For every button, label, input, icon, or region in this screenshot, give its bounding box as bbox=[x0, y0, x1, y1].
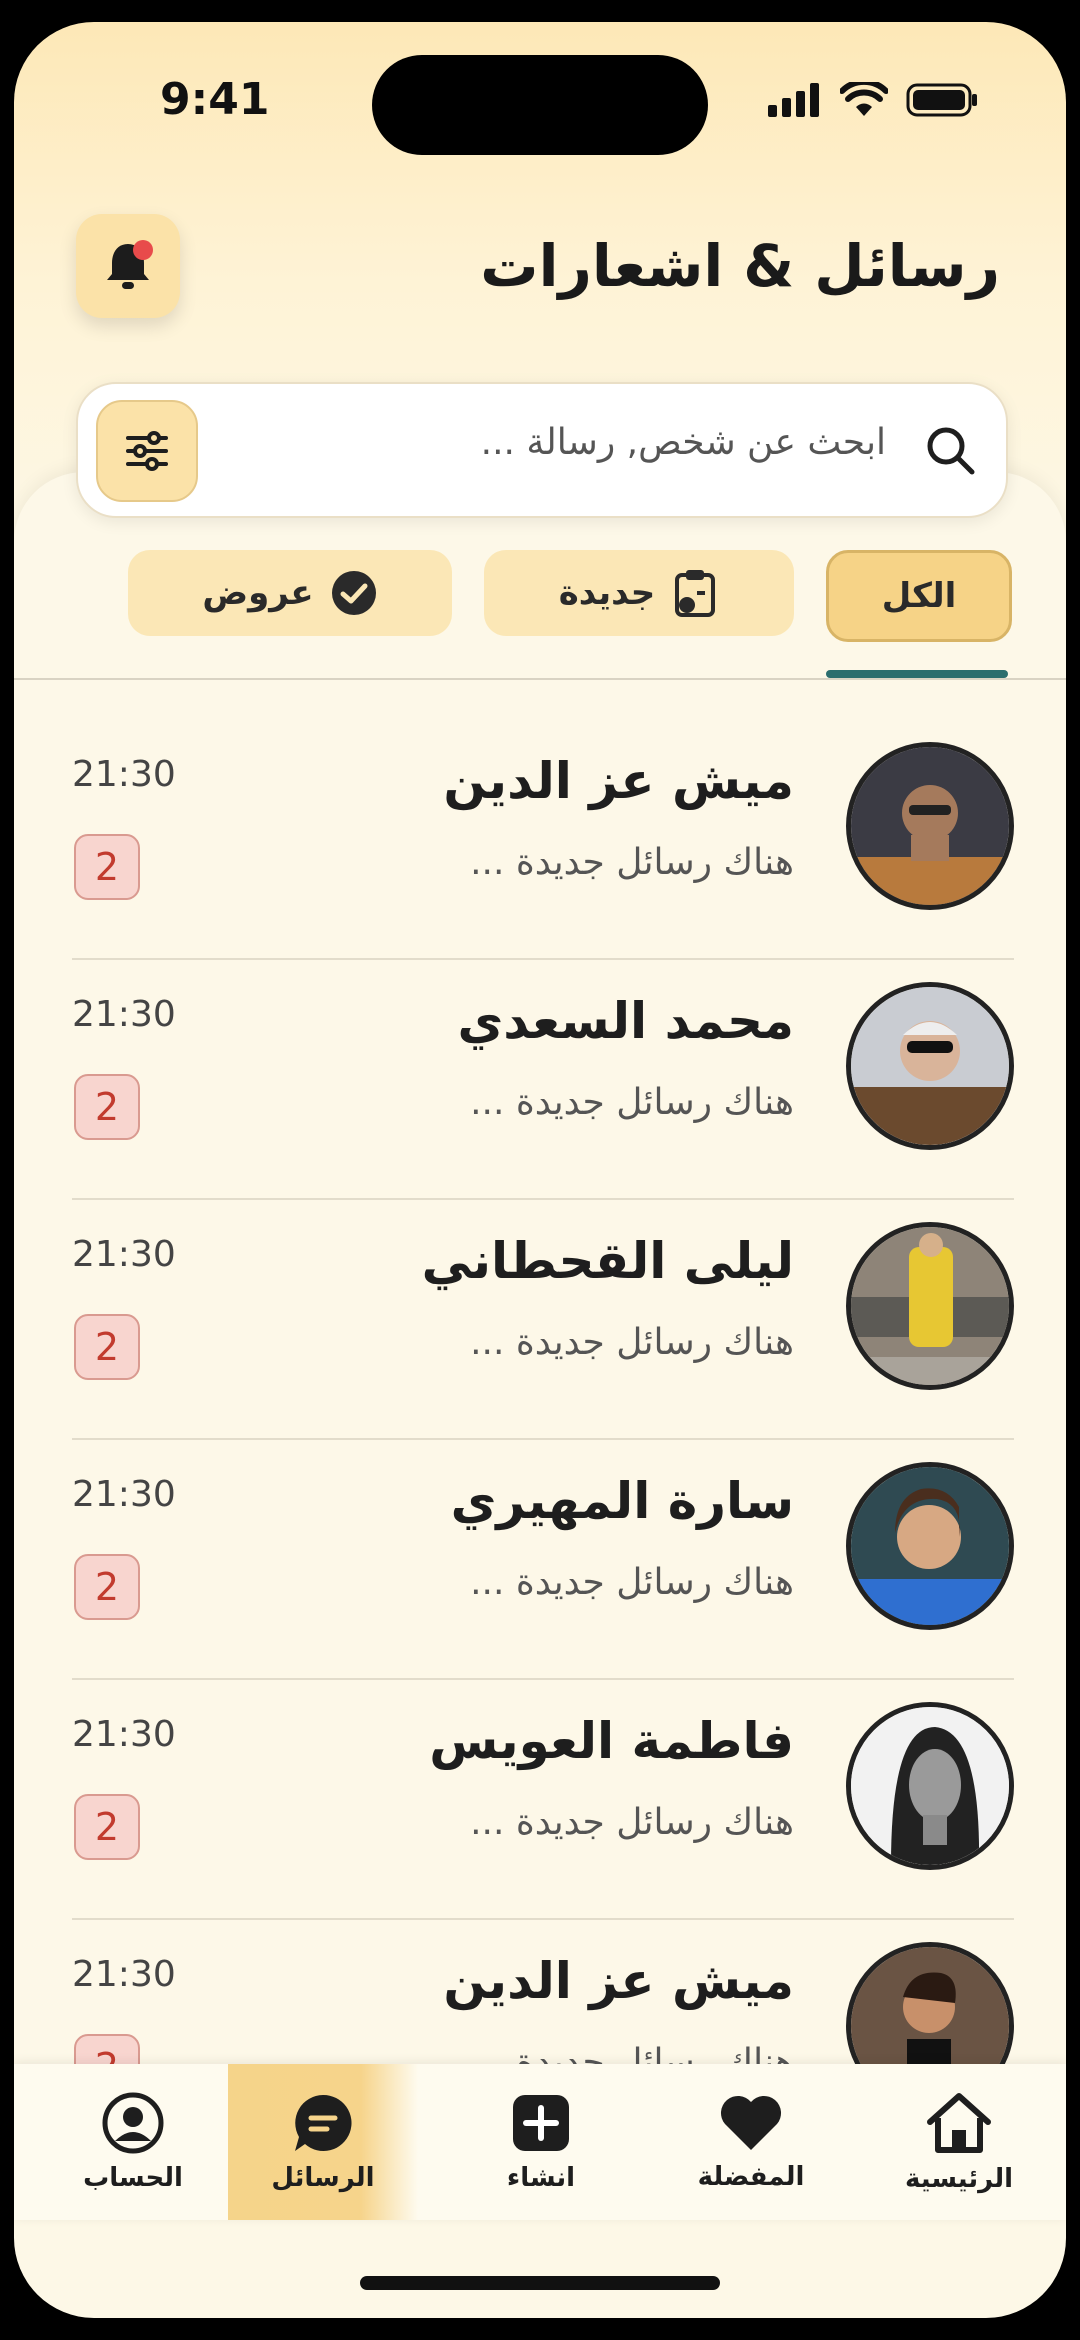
message-time: 21:30 bbox=[72, 1714, 176, 1755]
tab-offers-label: عروض bbox=[202, 573, 314, 613]
add-icon bbox=[513, 2095, 569, 2151]
message-preview: هناك رسائل جديدة ... bbox=[470, 1802, 794, 1843]
avatar bbox=[846, 1462, 1014, 1630]
tab-new-label: جديدة bbox=[558, 573, 656, 613]
message-time: 21:30 bbox=[72, 754, 176, 795]
nav-home[interactable]: الرئيسية bbox=[864, 2064, 1054, 2220]
avatar bbox=[846, 982, 1014, 1150]
nav-label: انشاء bbox=[506, 2163, 576, 2193]
row-divider bbox=[72, 958, 1014, 960]
nav-account[interactable]: الحساب bbox=[38, 2064, 228, 2220]
dynamic-island bbox=[372, 55, 708, 155]
filter-button[interactable] bbox=[96, 400, 198, 502]
unread-badge: 2 bbox=[74, 1314, 140, 1380]
unread-badge: 2 bbox=[74, 1074, 140, 1140]
tab-all[interactable]: الكل bbox=[826, 550, 1012, 642]
wifi-icon bbox=[840, 82, 888, 116]
row-divider bbox=[72, 1438, 1014, 1440]
signal-icon bbox=[768, 83, 819, 117]
heart-icon bbox=[720, 2095, 782, 2150]
contact-name: محمد السعدي bbox=[457, 992, 794, 1050]
home-indicator bbox=[360, 2276, 720, 2290]
status-bar: 9:41 bbox=[14, 22, 1066, 155]
message-time: 21:30 bbox=[72, 1954, 176, 1995]
contact-name: سارة المهيري bbox=[450, 1472, 794, 1530]
clipboard-icon bbox=[675, 570, 716, 617]
unread-badge: 2 bbox=[74, 1554, 140, 1620]
nav-create[interactable]: انشاء bbox=[446, 2064, 636, 2220]
home-icon bbox=[927, 2093, 991, 2153]
nav-label: الحساب bbox=[83, 2163, 183, 2193]
conversation-row[interactable]: ليلى القحطاني هناك رسائل جديدة ... 21:30… bbox=[72, 1202, 1014, 1440]
message-time: 21:30 bbox=[72, 1234, 176, 1275]
unread-badge: 2 bbox=[74, 1794, 140, 1860]
profile-icon bbox=[102, 2092, 164, 2154]
status-time: 9:41 bbox=[160, 74, 270, 125]
conversation-row[interactable]: محمد السعدي هناك رسائل جديدة ... 21:30 2 bbox=[72, 962, 1014, 1200]
avatar bbox=[846, 1702, 1014, 1870]
conversation-row[interactable]: فاطمة العويس هناك رسائل جديدة ... 21:30 … bbox=[72, 1682, 1014, 1920]
row-divider bbox=[72, 1678, 1014, 1680]
conversation-row[interactable]: ميش عز الدين هناك رسائل جديدة ... 21:30 … bbox=[72, 722, 1014, 960]
unread-badge: 2 bbox=[74, 834, 140, 900]
message-preview: هناك رسائل جديدة ... bbox=[470, 1322, 794, 1363]
bottom-nav: الحساب الرسائل انشاء المفضلة الرئيسية bbox=[14, 2064, 1066, 2220]
battery-icon bbox=[906, 83, 977, 117]
search-input[interactable]: ابحث عن شخص, رسالة ... bbox=[481, 422, 886, 463]
contact-name: ميش عز الدين bbox=[443, 752, 794, 810]
bell-icon bbox=[107, 240, 153, 289]
notifications-button[interactable] bbox=[76, 214, 180, 318]
avatar bbox=[846, 742, 1014, 910]
search-bar[interactable]: ابحث عن شخص, رسالة ... bbox=[76, 382, 1008, 518]
sliders-icon bbox=[126, 431, 168, 471]
search-icon bbox=[927, 427, 975, 475]
conversation-row[interactable]: سارة المهيري هناك رسائل جديدة ... 21:30 … bbox=[72, 1442, 1014, 1680]
contact-name: فاطمة العويس bbox=[429, 1712, 794, 1770]
nav-label: الرسائل bbox=[271, 2163, 375, 2193]
nav-messages[interactable]: الرسائل bbox=[228, 2064, 418, 2220]
nav-favorites[interactable]: المفضلة bbox=[656, 2064, 846, 2220]
tab-new[interactable]: جديدة bbox=[484, 550, 794, 636]
active-tab-indicator bbox=[826, 670, 1008, 678]
avatar bbox=[846, 1222, 1014, 1390]
message-preview: هناك رسائل جديدة ... bbox=[470, 1082, 794, 1123]
page-title: رسائل & اشعارات bbox=[480, 232, 1000, 300]
check-circle-icon bbox=[331, 571, 376, 615]
status-icons bbox=[768, 82, 978, 118]
nav-label: الرئيسية bbox=[904, 2164, 1014, 2194]
tabs-divider bbox=[14, 678, 1066, 680]
contact-name: ليلى القحطاني bbox=[421, 1232, 794, 1290]
message-preview: هناك رسائل جديدة ... bbox=[470, 842, 794, 883]
phone-screen: 9:41 رسائل & اشعارات ابحث عن شخص, رسالة … bbox=[14, 22, 1066, 2318]
contact-name: ميش عز الدين bbox=[443, 1952, 794, 2010]
tab-offers[interactable]: عروض bbox=[128, 550, 452, 636]
chat-icon bbox=[295, 2094, 352, 2151]
row-divider bbox=[72, 1198, 1014, 1200]
nav-label: المفضلة bbox=[697, 2162, 805, 2192]
tab-all-label: الكل bbox=[881, 576, 957, 616]
message-time: 21:30 bbox=[72, 1474, 176, 1515]
message-time: 21:30 bbox=[72, 994, 176, 1035]
message-preview: هناك رسائل جديدة ... bbox=[470, 1562, 794, 1603]
row-divider bbox=[72, 1918, 1014, 1920]
